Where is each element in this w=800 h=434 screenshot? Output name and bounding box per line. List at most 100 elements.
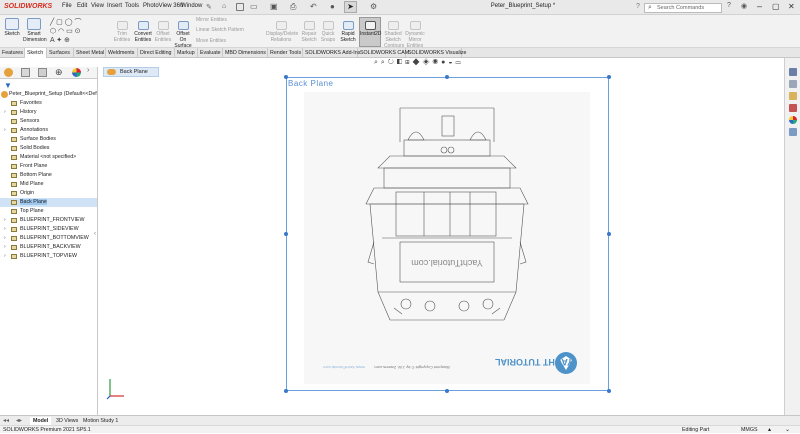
- tab-cam[interactable]: SOLIDWORKS CAM: [358, 48, 409, 58]
- tree-item[interactable]: › Annotations: [0, 126, 97, 135]
- menu-window[interactable]: Window: [181, 3, 202, 9]
- menu-view[interactable]: View: [91, 3, 104, 9]
- tree-item[interactable]: Origin: [0, 189, 97, 198]
- file-explorer-icon[interactable]: [789, 92, 797, 100]
- dynamic-annotation-icon[interactable]: ⊞: [405, 59, 412, 66]
- home-icon[interactable]: ⌂: [222, 3, 226, 10]
- pin-icon[interactable]: ✎: [206, 3, 212, 11]
- open-icon[interactable]: ▭: [250, 2, 258, 11]
- menu-photoview[interactable]: PhotoView 360: [143, 3, 183, 9]
- menu-tools[interactable]: Tools: [125, 3, 139, 9]
- tree-item[interactable]: Bottom Plane: [0, 171, 97, 180]
- tab-motion-study[interactable]: Motion Study 1: [80, 417, 121, 425]
- print-icon[interactable]: ⎙: [290, 2, 296, 12]
- question-icon[interactable]: ?: [727, 2, 731, 9]
- plane-handle-tl[interactable]: [284, 75, 288, 79]
- filter-icon[interactable]: ▼: [4, 81, 12, 90]
- instant2d-button[interactable]: Instant2D: [359, 17, 381, 47]
- section-view-icon[interactable]: ◧: [397, 59, 405, 66]
- tree-item[interactable]: Favorites: [0, 99, 97, 108]
- tab-markup[interactable]: Markup: [175, 48, 198, 58]
- previous-view-icon[interactable]: ↻: [388, 59, 397, 66]
- move-entities-button[interactable]: Move Entities: [196, 38, 226, 44]
- tree-item[interactable]: › History: [0, 108, 97, 117]
- mirror-entities-button[interactable]: Mirror Entities: [196, 17, 227, 23]
- user-icon[interactable]: ◉: [741, 2, 747, 10]
- linear-pattern-button[interactable]: Linear Sketch Pattern: [196, 27, 244, 33]
- view-orientation-icon[interactable]: ◆: [413, 59, 423, 66]
- hide-show-icon[interactable]: ◉: [433, 59, 442, 66]
- convert-entities-button[interactable]: Convert Entities: [133, 21, 153, 43]
- tree-item[interactable]: › BLUEPRINT_TOPVIEW: [0, 252, 97, 261]
- tree-item[interactable]: › BLUEPRINT_BACKVIEW: [0, 243, 97, 252]
- expand-chevron-icon[interactable]: ›: [4, 225, 6, 234]
- dynamic-mirror-button[interactable]: Dynamic Mirror Entities: [404, 21, 426, 49]
- tab-sheet-metal[interactable]: Sheet Metal: [74, 48, 106, 58]
- shaded-contours-button[interactable]: Shaded Sketch Contours: [384, 21, 404, 49]
- expand-chevron-icon[interactable]: ›: [4, 252, 6, 261]
- scene-icon[interactable]: ◒: [448, 59, 455, 66]
- view-settings-icon[interactable]: ▭: [456, 59, 464, 66]
- nav-first-icon[interactable]: ◂◂: [3, 417, 9, 424]
- rebuild-icon[interactable]: ●: [330, 2, 335, 11]
- search-commands-input[interactable]: ⌕ Search Commands: [644, 3, 722, 13]
- undo-icon[interactable]: ↶: [310, 2, 317, 11]
- tab-sketch[interactable]: Sketch: [25, 48, 47, 58]
- tab-render-tools[interactable]: Render Tools: [268, 48, 303, 58]
- trim-entities-button[interactable]: Trim Entities: [112, 21, 132, 43]
- tab-model[interactable]: Model: [30, 417, 52, 425]
- configuration-manager-icon[interactable]: [38, 68, 47, 77]
- maximize-icon[interactable]: ▢: [772, 2, 780, 11]
- nav-prev-icon[interactable]: ◂▸: [16, 417, 22, 424]
- offset-on-surface-button[interactable]: Offset On Surface: [174, 21, 192, 49]
- breadcrumb[interactable]: Back Plane: [103, 67, 159, 77]
- collapse-panel-icon[interactable]: ‹: [94, 231, 96, 237]
- plane-handle-left[interactable]: [284, 232, 288, 236]
- plane-handle-bl[interactable]: [284, 389, 288, 393]
- expand-chevron-icon[interactable]: ›: [4, 126, 6, 135]
- dimxpert-icon[interactable]: ⊕: [55, 67, 63, 78]
- plane-handle-right[interactable]: [607, 232, 611, 236]
- smart-dimension-button[interactable]: Smart Dimension: [23, 18, 47, 43]
- tab-surfaces[interactable]: Surfaces: [47, 48, 74, 58]
- rapid-sketch-button[interactable]: Rapid Sketch: [339, 21, 357, 43]
- view-palette-icon[interactable]: [789, 104, 797, 112]
- resources-icon[interactable]: [789, 68, 797, 76]
- text-icon[interactable]: A ✦ ⊕: [50, 37, 70, 44]
- property-manager-icon[interactable]: [21, 68, 30, 77]
- polygon-icon[interactable]: ⬡ ◠ ▭ ⊙: [50, 28, 81, 35]
- line-icon[interactable]: ╱ ▢ ◯ ⌒: [50, 19, 82, 26]
- tree-item[interactable]: Sensors: [0, 117, 97, 126]
- tree-item[interactable]: Solid Bodies: [0, 144, 97, 153]
- tab-3d-views[interactable]: 3D Views: [53, 417, 81, 425]
- display-style-icon[interactable]: ◈: [423, 59, 433, 66]
- tree-item[interactable]: Surface Bodies: [0, 135, 97, 144]
- tab-weldments[interactable]: Weldments: [106, 48, 138, 58]
- plane-handle-tr[interactable]: [607, 75, 611, 79]
- back-plane-boundary[interactable]: [286, 77, 609, 391]
- expand-arrow-icon[interactable]: ›: [87, 67, 89, 74]
- display-relations-button[interactable]: Display/Delete Relations: [266, 21, 298, 43]
- tree-item[interactable]: › BLUEPRINT_FRONTVIEW: [0, 216, 97, 225]
- plane-handle-br[interactable]: [607, 389, 611, 393]
- select-arrow-icon[interactable]: ➤: [344, 1, 357, 13]
- display-manager-icon[interactable]: [72, 68, 81, 77]
- expand-chevron-icon[interactable]: ›: [4, 216, 6, 225]
- options-icon[interactable]: ⚙: [370, 2, 377, 11]
- tree-item[interactable]: Material <not specified>: [0, 153, 97, 162]
- minimize-icon[interactable]: –: [757, 1, 762, 11]
- expand-chevron-icon[interactable]: ›: [4, 108, 6, 117]
- custom-properties-icon[interactable]: [789, 128, 797, 136]
- plane-handle-top[interactable]: [445, 75, 449, 79]
- tree-item[interactable]: › BLUEPRINT_SIDEVIEW: [0, 225, 97, 234]
- tree-item[interactable]: Front Plane: [0, 162, 97, 171]
- tree-item[interactable]: › BLUEPRINT_BOTTOMVIEW: [0, 234, 97, 243]
- close-icon[interactable]: ✕: [788, 2, 795, 11]
- appearances-icon[interactable]: [789, 116, 797, 124]
- help-icon[interactable]: ?: [636, 3, 640, 10]
- plane-handle-bottom[interactable]: [445, 389, 449, 393]
- expand-chevron-icon[interactable]: ›: [4, 234, 6, 243]
- tab-direct-editing[interactable]: Direct Editing: [138, 48, 175, 58]
- sketch-button[interactable]: Sketch: [3, 18, 21, 37]
- expand-chevron-icon[interactable]: ›: [4, 243, 6, 252]
